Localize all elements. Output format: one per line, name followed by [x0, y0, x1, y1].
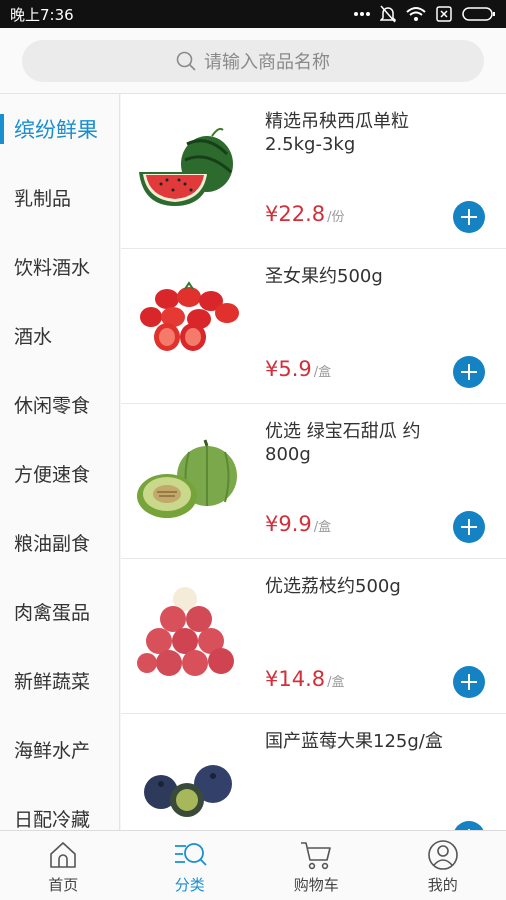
product-price: ¥9.9/盒 [265, 512, 332, 536]
search-icon [176, 51, 196, 71]
add-to-cart-button[interactable] [453, 511, 485, 543]
product-title: 国产蓝莓大果125g/盒 [265, 731, 443, 752]
product-unit: /份 [327, 210, 345, 225]
tab-profile[interactable]: 我的 [380, 831, 506, 900]
product-item[interactable]: 圣女果约500g ¥5.9/盒 [121, 249, 506, 404]
category-item-seafood[interactable]: 海鲜水产 [0, 715, 119, 784]
product-title: 精选吊秧西瓜单粒2.5kg-3kg [265, 111, 409, 155]
search-input[interactable]: 请输入商品名称 [22, 40, 484, 82]
product-unit: /盒 [327, 675, 345, 690]
user-icon [427, 840, 458, 870]
home-icon [50, 842, 77, 868]
category-item-vegetables[interactable]: 新鲜蔬菜 [0, 646, 119, 715]
category-item-snacks[interactable]: 休闲零食 [0, 370, 119, 439]
lychee-image [137, 587, 234, 676]
product-title: 圣女果约500g [265, 266, 383, 287]
status-icons [354, 5, 496, 23]
product-unit: /盒 [313, 520, 332, 535]
category-search-icon [174, 843, 207, 866]
add-to-cart-button[interactable] [453, 666, 485, 698]
battery-icon [462, 7, 495, 21]
status-bar: 晚上7:36 [0, 0, 506, 28]
category-item-grain-oil[interactable]: 粮油副食 [0, 508, 119, 577]
product-item[interactable]: 精选吊秧西瓜单粒2.5kg-3kg ¥22.8/份 [121, 94, 506, 249]
search-bar: 请输入商品名称 [0, 28, 506, 94]
product-title: 优选 绿宝石甜瓜 约800g [265, 421, 421, 465]
sim-blocked-icon [436, 6, 452, 22]
bottom-tab-bar: 首页 分类 购物车 我的 [0, 830, 506, 900]
category-item-dairy[interactable]: 乳制品 [0, 163, 119, 232]
product-list: 精选吊秧西瓜单粒2.5kg-3kg ¥22.8/份 圣女果约500g ¥5.9/… [121, 94, 506, 830]
category-item-fresh-fruit[interactable]: 缤纷鲜果 [0, 94, 119, 163]
product-item[interactable]: 优选 绿宝石甜瓜 约800g ¥9.9/盒 [121, 404, 506, 559]
mute-bell-icon [380, 5, 396, 23]
category-item-chilled[interactable]: 日配冷藏 [0, 784, 119, 830]
blueberries-image [144, 765, 232, 817]
tab-label: 首页 [48, 876, 79, 894]
tab-label: 购物车 [293, 876, 339, 894]
tab-cart[interactable]: 购物车 [253, 831, 380, 900]
cherry-tomatoes-image [140, 281, 239, 351]
product-item[interactable]: 优选荔枝约500g ¥14.8/盒 [121, 559, 506, 714]
product-price: ¥22.8/份 [265, 202, 345, 226]
tab-label: 我的 [427, 876, 458, 894]
category-item-alcohol[interactable]: 酒水 [0, 301, 119, 370]
wifi-icon [406, 7, 426, 21]
category-item-instant-food[interactable]: 方便速食 [0, 439, 119, 508]
category-sidebar: 缤纷鲜果 乳制品 饮料酒水 酒水 休闲零食 方便速食 粮油副食 肉禽蛋品 新鲜蔬… [0, 94, 120, 830]
category-item-meat-eggs[interactable]: 肉禽蛋品 [0, 577, 119, 646]
product-price [265, 822, 267, 830]
add-to-cart-button[interactable] [453, 201, 485, 233]
product-price: ¥14.8/盒 [265, 667, 345, 691]
more-dots-icon [354, 12, 370, 16]
product-unit: /盒 [313, 365, 332, 380]
search-placeholder: 请输入商品名称 [204, 52, 330, 73]
tab-category[interactable]: 分类 [127, 831, 254, 900]
watermelon-image [139, 127, 233, 206]
category-item-beverages[interactable]: 饮料酒水 [0, 232, 119, 301]
product-price: ¥5.9/盒 [265, 357, 332, 381]
product-title: 优选荔枝约500g [265, 576, 401, 597]
cart-icon [301, 842, 332, 870]
add-to-cart-button[interactable] [453, 356, 485, 388]
product-item[interactable]: 国产蓝莓大果125g/盒 [121, 714, 506, 830]
tab-label: 分类 [174, 876, 205, 894]
tab-home[interactable]: 首页 [0, 831, 127, 900]
status-time: 晚上7:36 [10, 5, 74, 24]
green-melon-image [137, 439, 237, 518]
add-to-cart-button[interactable] [453, 821, 485, 830]
